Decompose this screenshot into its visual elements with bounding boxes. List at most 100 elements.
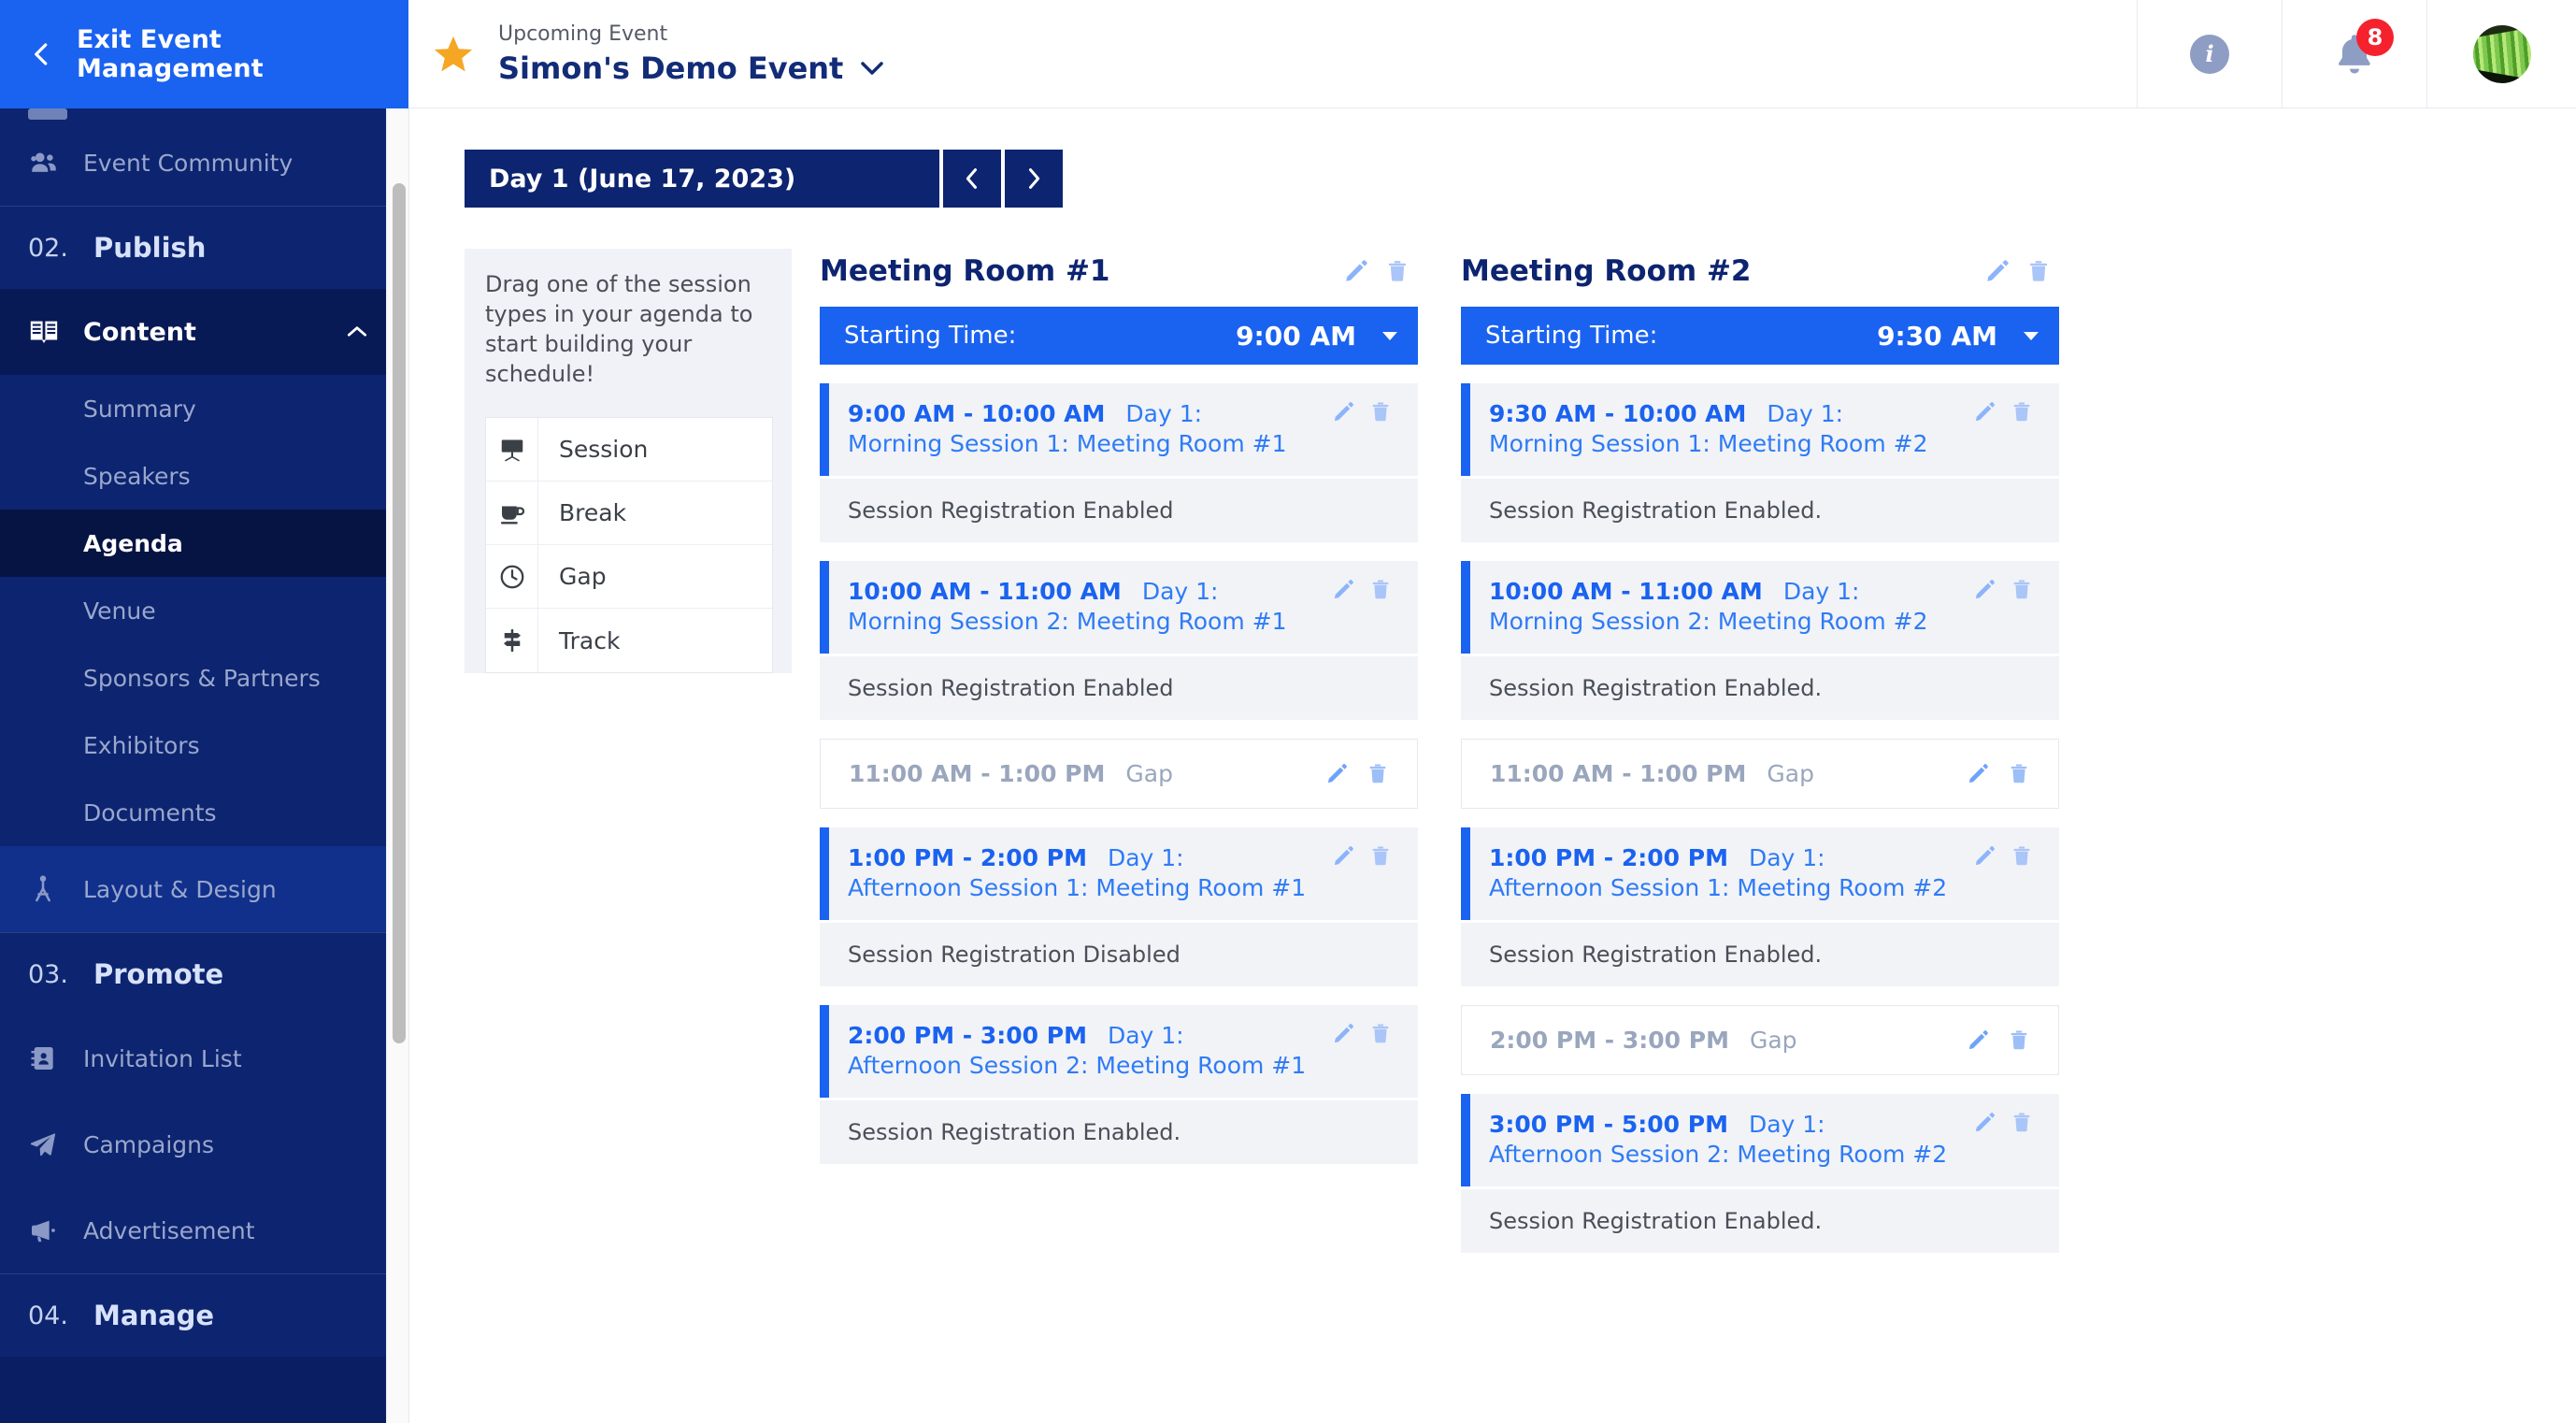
card-title: Afternoon Session 1: Meeting Room #1 <box>848 874 1307 901</box>
starting-time-selector[interactable]: Starting Time: 9:30 AM <box>1461 307 2059 365</box>
trash-icon[interactable] <box>2003 844 2040 868</box>
sidebar-scrollbar-thumb[interactable] <box>393 183 406 1043</box>
caret-down-icon[interactable] <box>2022 329 2040 342</box>
pencil-icon[interactable] <box>1316 762 1357 785</box>
trash-icon[interactable] <box>1362 400 1399 424</box>
sidebar-item-summary[interactable]: Summary <box>0 375 408 442</box>
agenda-card[interactable]: 10:00 AM - 11:00 AM Day 1: Morning Sessi… <box>1461 561 2059 654</box>
sidebar-item-sponsors-partners[interactable]: Sponsors & Partners <box>0 644 408 712</box>
card-note: Session Registration Enabled. <box>1461 656 2059 720</box>
sidebar-group-publish[interactable]: 02. Publish <box>0 207 408 289</box>
starting-time-selector[interactable]: Starting Time: 9:00 AM <box>820 307 1418 365</box>
caret-down-icon[interactable] <box>1381 329 1399 342</box>
agenda-card[interactable]: 2:00 PM - 3:00 PM Day 1: Afternoon Sessi… <box>820 1005 1418 1098</box>
agenda-card[interactable]: 10:00 AM - 11:00 AM Day 1: Morning Sessi… <box>820 561 1418 654</box>
agenda-card[interactable]: 3:00 PM - 5:00 PM Day 1: Afternoon Sessi… <box>1461 1094 2059 1186</box>
session-type-session[interactable]: Session <box>486 417 772 482</box>
card-title: Afternoon Session 1: Meeting Room #2 <box>1489 874 1948 901</box>
user-menu-button[interactable] <box>2426 0 2576 108</box>
trash-icon[interactable] <box>1998 762 2039 785</box>
chevron-right-icon <box>1023 165 1045 192</box>
agenda-gap-card[interactable]: 2:00 PM - 3:00 PM Gap <box>1461 1005 2059 1075</box>
card-top-row: 1:00 PM - 2:00 PM Day 1: <box>848 844 1399 871</box>
card-note: Session Registration Enabled. <box>820 1100 1418 1164</box>
favorite-event-button[interactable] <box>408 33 498 76</box>
trash-icon[interactable] <box>2003 578 2040 601</box>
signpost-icon <box>486 609 538 672</box>
trash-icon[interactable] <box>2018 258 2059 284</box>
trash-icon[interactable] <box>2003 400 2040 424</box>
agenda-card[interactable]: 9:30 AM - 10:00 AM Day 1: Morning Sessio… <box>1461 383 2059 476</box>
event-selector[interactable]: Upcoming Event Simon's Demo Event <box>498 21 886 88</box>
pencil-icon[interactable] <box>1957 762 1998 785</box>
session-type-break[interactable]: Break <box>486 481 772 545</box>
pencil-icon[interactable] <box>1977 258 2018 284</box>
card-actions <box>1966 400 2040 424</box>
agenda-card[interactable]: 1:00 PM - 2:00 PM Day 1: Afternoon Sessi… <box>1461 827 2059 920</box>
card-accent-bar <box>820 827 829 920</box>
sidebar-item-speakers[interactable]: Speakers <box>0 442 408 510</box>
day-label[interactable]: Day 1 (June 17, 2023) <box>465 150 939 208</box>
sidebar-item-venue[interactable]: Venue <box>0 577 408 644</box>
pencil-icon[interactable] <box>1336 258 1377 284</box>
trash-icon[interactable] <box>1362 578 1399 601</box>
card-note: Session Registration Enabled. <box>1461 923 2059 986</box>
card-time: 9:30 AM - 10:00 AM <box>1489 400 1747 427</box>
group-number: 04. <box>28 1301 68 1330</box>
sidebar-item-label: Speakers <box>83 462 191 490</box>
pencil-icon[interactable] <box>1966 844 2003 868</box>
pencil-icon[interactable] <box>1324 844 1362 868</box>
pencil-icon[interactable] <box>1324 1022 1362 1045</box>
pencil-icon[interactable] <box>1966 400 2003 424</box>
sidebar-item-documents[interactable]: Documents <box>0 779 408 846</box>
agenda-card[interactable]: 9:00 AM - 10:00 AM Day 1: Morning Sessio… <box>820 383 1418 476</box>
sidebar-item-content[interactable]: Content <box>0 289 408 375</box>
sidebar-item-label: Agenda <box>83 529 183 557</box>
agenda-main: Day 1 (June 17, 2023) Drag one of the se… <box>408 108 2576 1423</box>
pencil-icon[interactable] <box>1966 578 2003 601</box>
trash-icon[interactable] <box>1377 258 1418 284</box>
chevron-down-icon[interactable] <box>858 59 886 78</box>
pencil-icon[interactable] <box>1324 578 1362 601</box>
trash-icon[interactable] <box>1362 1022 1399 1045</box>
sidebar-scrollbar[interactable] <box>386 108 408 1423</box>
pencil-icon[interactable] <box>1324 400 1362 424</box>
caret-up-icon[interactable] <box>345 324 369 339</box>
event-title-row[interactable]: Simon's Demo Event <box>498 49 886 88</box>
notifications-button[interactable]: 8 <box>2282 0 2426 108</box>
session-type-gap[interactable]: Gap <box>486 544 772 609</box>
sidebar-group-promote[interactable]: 03. Promote <box>0 933 408 1015</box>
trash-icon[interactable] <box>1998 1028 2039 1052</box>
sidebar-item-exhibitors[interactable]: Exhibitors <box>0 712 408 779</box>
next-day-button[interactable] <box>1005 150 1063 208</box>
info-button[interactable]: i <box>2137 0 2282 108</box>
room-header: Meeting Room #1 <box>820 249 1418 294</box>
pencil-icon[interactable] <box>1966 1111 2003 1134</box>
exit-event-management-button[interactable]: Exit Event Management <box>0 0 408 108</box>
agenda-card[interactable]: 1:00 PM - 2:00 PM Day 1: Afternoon Sessi… <box>820 827 1418 920</box>
trash-icon[interactable] <box>1362 844 1399 868</box>
card-accent-bar <box>1461 1094 1470 1186</box>
trash-icon[interactable] <box>2003 1111 2040 1134</box>
session-type-track[interactable]: Track <box>486 609 772 672</box>
room-title: Meeting Room #2 <box>1461 254 1752 288</box>
sidebar-item-campaigns[interactable]: Campaigns <box>0 1101 408 1187</box>
sidebar-item-layout-design[interactable]: Layout & Design <box>0 846 408 932</box>
pencil-icon[interactable] <box>1957 1028 1998 1052</box>
agenda-gap-card[interactable]: 11:00 AM - 1:00 PM Gap <box>820 739 1418 809</box>
agenda-gap-card[interactable]: 11:00 AM - 1:00 PM Gap <box>1461 739 2059 809</box>
trash-icon[interactable] <box>1357 762 1398 785</box>
card-title: Morning Session 1: Meeting Room #1 <box>848 430 1287 457</box>
sidebar-group-manage[interactable]: 04. Manage <box>0 1274 408 1357</box>
sidebar-item-label: Exhibitors <box>83 731 200 759</box>
previous-day-button[interactable] <box>943 150 1001 208</box>
sidebar-item-invitation-list[interactable]: Invitation List <box>0 1015 408 1101</box>
card-top-row: 2:00 PM - 3:00 PM Day 1: <box>848 1022 1399 1049</box>
sidebar-item-agenda[interactable]: Agenda <box>0 510 408 577</box>
sidebar-item-event-community[interactable]: Event Community <box>0 120 408 206</box>
megaphone-icon <box>28 1215 71 1245</box>
top-bar: Upcoming Event Simon's Demo Event i 8 <box>408 0 2576 108</box>
sidebar: Exit Event Management Event Community 02… <box>0 0 408 1423</box>
card-day: Day 1: <box>1782 578 1860 605</box>
sidebar-item-advertisement[interactable]: Advertisement <box>0 1187 408 1273</box>
